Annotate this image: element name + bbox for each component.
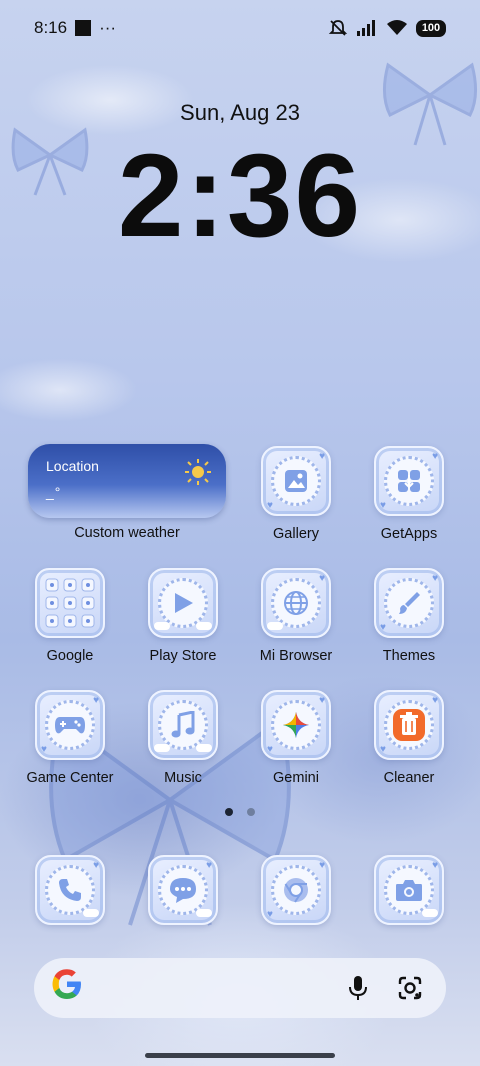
app-label: Play Store	[149, 648, 217, 664]
lockscreen-date: Sun, Aug 23	[180, 100, 300, 125]
app-mi-browser[interactable]: ♥ Mi Browser	[240, 568, 352, 664]
cleaner-trash-icon: ♥ ♥	[374, 690, 444, 760]
app-label: Cleaner	[383, 770, 435, 786]
app-label: GetApps	[380, 526, 438, 542]
mic-icon[interactable]	[338, 968, 378, 1008]
more-notifications-icon: ···	[99, 18, 117, 37]
music-note-icon	[148, 690, 218, 760]
google-logo-icon[interactable]	[50, 967, 84, 1010]
phone-icon: ♥	[35, 855, 105, 925]
notification-icon	[75, 20, 92, 36]
google-search-bar[interactable]	[34, 958, 446, 1018]
dock-phone[interactable]: ♥	[14, 855, 126, 925]
app-label: Gallery	[273, 526, 319, 542]
play-store-icon	[148, 568, 218, 638]
battery-icon: 100	[416, 19, 446, 37]
weather-temperature: _°	[46, 484, 62, 500]
weather-widget-label: Custom weather	[74, 525, 180, 541]
bell-muted-icon	[328, 20, 348, 36]
themes-brush-icon: ♥ ♥	[374, 568, 444, 638]
app-label: Music	[164, 770, 202, 786]
app-label: Google	[46, 648, 94, 664]
clock[interactable]: 2:36	[0, 128, 480, 264]
app-themes[interactable]: ♥ ♥ Themes	[353, 568, 465, 664]
camera-icon: ♥	[374, 855, 444, 925]
wifi-icon	[387, 20, 407, 35]
app-getapps[interactable]: ♥ ♥ GetApps	[353, 446, 465, 542]
page-indicator	[0, 808, 480, 816]
app-label: Mi Browser	[259, 648, 333, 664]
google-folder-icon	[35, 568, 105, 638]
page-dot-active[interactable]	[225, 808, 233, 816]
app-label: Themes	[382, 648, 436, 664]
app-label: Game Center	[26, 770, 114, 786]
gemini-star-icon: ♥ ♥	[261, 690, 331, 760]
chrome-icon: ♥ ♥	[261, 855, 331, 925]
status-time: 8:16	[34, 18, 68, 37]
gallery-icon: ♥ ♥	[261, 446, 331, 516]
messages-icon: ♥	[148, 855, 218, 925]
google-lens-icon[interactable]	[390, 968, 430, 1008]
dock-chrome[interactable]: ♥ ♥	[240, 855, 352, 925]
app-play-store[interactable]: Play Store	[127, 568, 239, 664]
weather-widget[interactable]: Location _°	[28, 444, 226, 518]
dock-messages[interactable]: ♥	[127, 855, 239, 925]
app-gemini[interactable]: ♥ ♥ Gemini	[240, 690, 352, 786]
gamepad-icon: ♥ ♥	[35, 690, 105, 760]
home-indicator[interactable]	[145, 1053, 335, 1058]
page-dot[interactable]	[247, 808, 255, 816]
getapps-icon: ♥ ♥	[374, 446, 444, 516]
signal-icon	[357, 20, 375, 36]
app-music[interactable]: Music	[127, 690, 239, 786]
app-google-folder[interactable]: Google	[14, 568, 126, 664]
sun-icon	[185, 459, 211, 485]
app-label: Gemini	[273, 770, 319, 786]
browser-globe-icon: ♥	[261, 568, 331, 638]
app-cleaner[interactable]: ♥ ♥ Cleaner	[353, 690, 465, 786]
app-game-center[interactable]: ♥ ♥ Game Center	[14, 690, 126, 786]
dock-camera[interactable]: ♥	[353, 855, 465, 925]
status-bar: 8:16 ··· 100	[0, 0, 480, 56]
app-gallery[interactable]: ♥ ♥ Gallery	[240, 446, 352, 542]
